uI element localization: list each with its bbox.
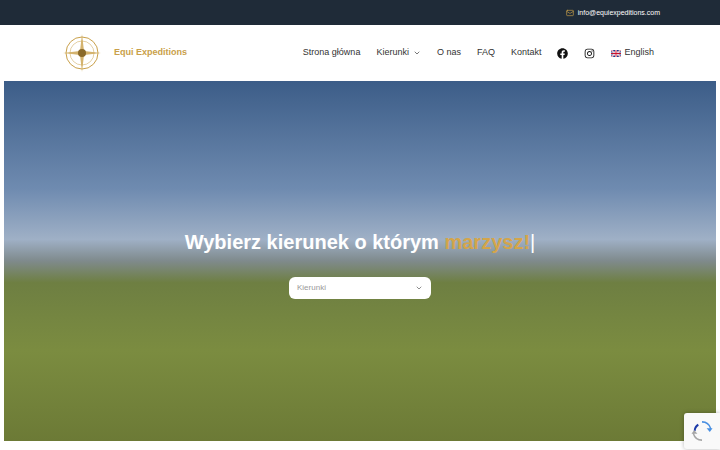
main-nav: Strona główna Kierunki O nas FAQ Kontakt Engl… [303,46,654,60]
recaptcha-icon [691,420,713,442]
header: Equi Expeditions Strona główna Kierunki O n… [0,25,720,81]
language-switch[interactable]: English [611,46,654,60]
page: info@equiexpeditions.com Equi Expeditions… [0,0,720,450]
top-bar: info@equiexpeditions.com [0,0,720,25]
instagram-icon[interactable] [584,48,595,59]
destination-select[interactable]: Kierunki [289,277,431,299]
typing-cursor: | [530,231,535,253]
top-bar-email[interactable]: info@equiexpeditions.com [578,9,660,16]
mail-icon [566,9,574,17]
logo-text: Equi Expeditions [114,46,187,60]
nav-item[interactable]: Kontakt [511,46,542,60]
nav-item[interactable]: Strona główna [303,46,361,60]
hero: Wybierz kierunek o którym marzysz!| Kieru… [4,81,716,441]
hero-heading: Wybierz kierunek o którym marzysz!| [185,230,536,255]
facebook-icon[interactable] [557,48,568,59]
logo[interactable]: Equi Expeditions [62,33,187,73]
chevron-down-icon [415,284,423,292]
nav-item[interactable]: O nas [437,46,461,60]
nav-item[interactable]: FAQ [477,46,495,60]
recaptcha-badge[interactable] [684,413,720,449]
hero-highlight: marzysz! [444,231,530,253]
nav-item[interactable]: Kierunki [376,46,421,60]
logo-icon [62,33,102,73]
chevron-down-icon [413,49,421,57]
hero-wrap: Wybierz kierunek o którym marzysz!| Kieru… [0,81,720,441]
uk-flag-icon [611,50,621,57]
